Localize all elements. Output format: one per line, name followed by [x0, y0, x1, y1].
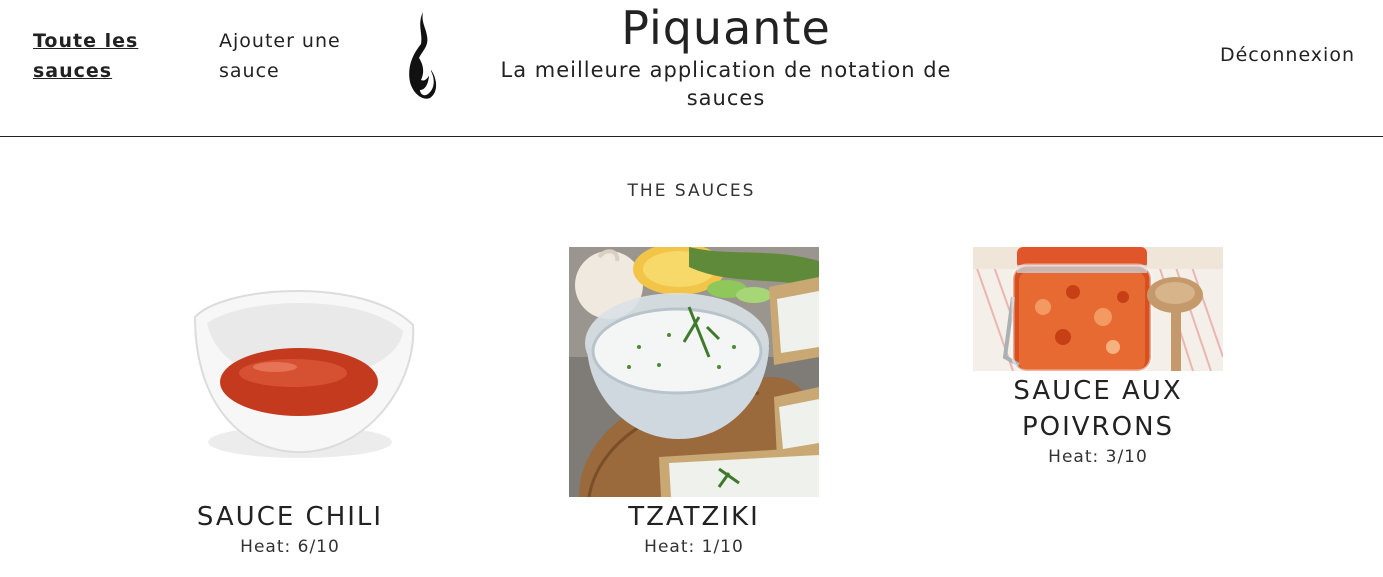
sauce-image	[569, 247, 819, 497]
site-header: Toute les sauces Ajouter une sauce Piqua…	[0, 0, 1383, 137]
sauce-card-poivrons[interactable]: SAUCE AUX POIVRONS Heat: 3/10	[958, 247, 1238, 469]
logout-link[interactable]: Déconnexion	[1180, 40, 1355, 70]
nav-all-sauces-link[interactable]: Toute les sauces	[33, 26, 153, 86]
sauce-heat: Heat: 3/10	[1048, 447, 1148, 467]
brand-subtitle: La meilleure application de notation de …	[500, 58, 952, 110]
sauce-heat: Heat: 6/10	[240, 537, 340, 557]
section-title: THE SAUCES	[627, 181, 756, 201]
sauce-name: SAUCE AUX POIVRONS	[1013, 376, 1183, 442]
flame-icon	[409, 12, 437, 99]
sauce-card-chili[interactable]: SAUCE CHILI Heat: 6/10	[150, 257, 430, 559]
nav-add-sauce-link[interactable]: Ajouter une sauce	[219, 26, 359, 86]
sauce-name: TZATZIKI	[628, 502, 760, 532]
sauce-name: SAUCE CHILI	[196, 502, 384, 532]
brand: Piquante La meilleure application de not…	[476, 0, 976, 112]
brand-title: Piquante	[621, 1, 831, 55]
sauce-image	[973, 247, 1223, 371]
sauce-card-tzatziki[interactable]: TZATZIKI Heat: 1/10	[554, 247, 834, 559]
sauce-image	[165, 257, 415, 497]
sauce-heat: Heat: 1/10	[644, 537, 744, 557]
